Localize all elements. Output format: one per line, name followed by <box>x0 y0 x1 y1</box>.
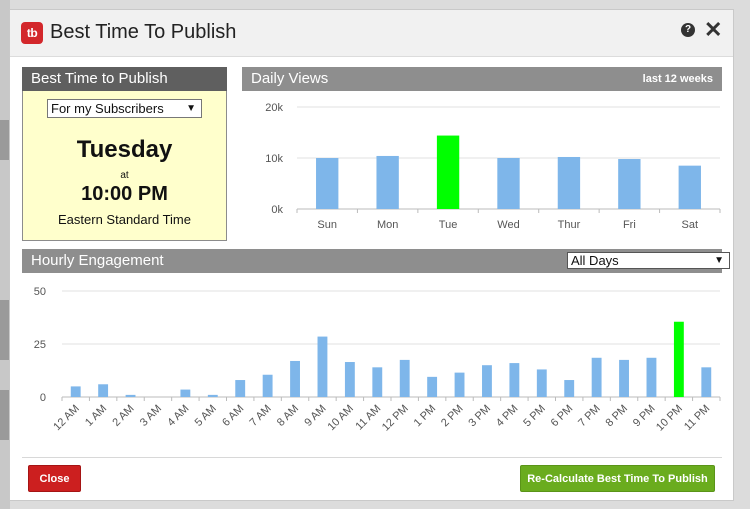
best-time-dialog: tb Best Time To Publish ? ✕ Best Time to… <box>9 9 734 501</box>
y-tick-label: 10k <box>265 153 283 165</box>
dropdown-arrow-icon: ▼ <box>186 103 196 114</box>
x-tick-label: Sun <box>317 219 337 231</box>
bar-4-am <box>180 389 191 397</box>
day-filter-value: All Days <box>571 253 619 268</box>
x-tick-label: 5 AM <box>193 403 219 429</box>
x-tick-label: 12 PM <box>380 403 411 434</box>
bar-fri <box>618 159 641 209</box>
best-day: Tuesday <box>76 136 173 163</box>
x-tick-label: 8 AM <box>275 403 301 429</box>
bar-9-pm <box>646 357 657 397</box>
bar-sun <box>316 158 339 209</box>
x-tick-label: 6 PM <box>549 403 576 430</box>
y-tick-label: 20k <box>265 102 283 114</box>
daily-views-header: Daily Views last 12 weeks <box>242 67 722 91</box>
bar-11-pm <box>701 367 712 397</box>
x-tick-label: 6 AM <box>220 403 246 429</box>
x-tick-label: 1 AM <box>83 403 109 429</box>
bar-2-am <box>125 394 136 397</box>
close-icon[interactable]: ✕ <box>704 17 722 43</box>
bar-mon <box>376 155 399 209</box>
bar-6-am <box>235 380 246 397</box>
x-tick-label: 3 AM <box>138 403 164 429</box>
y-tick-label: 0k <box>271 204 283 216</box>
bar-tue <box>436 135 460 209</box>
best-time-header: Best Time to Publish <box>22 67 227 91</box>
x-tick-label: Sat <box>682 219 699 231</box>
footer-divider <box>22 457 722 458</box>
x-tick-label: Thur <box>558 219 581 231</box>
x-tick-label: 8 PM <box>604 403 631 430</box>
hourly-engagement-header: Hourly Engagement All Days ▼ <box>22 249 730 273</box>
audience-select[interactable]: For my Subscribers ▼ <box>47 99 202 118</box>
x-tick-label: Fri <box>623 219 636 231</box>
x-tick-label: 11 PM <box>682 403 712 433</box>
x-tick-label: 7 AM <box>248 403 274 429</box>
hourly-engagement-title: Hourly Engagement <box>31 252 164 269</box>
tubebuddy-logo-icon: tb <box>21 22 43 44</box>
x-tick-label: 11 AM <box>353 403 383 433</box>
x-tick-label: Tue <box>439 219 458 231</box>
x-tick-label: Wed <box>497 219 519 231</box>
day-filter-select[interactable]: All Days ▼ <box>567 252 730 269</box>
bar-11-am <box>372 367 383 397</box>
dialog-header: tb Best Time To Publish ? ✕ <box>10 10 733 57</box>
x-tick-label: 2 PM <box>439 403 466 430</box>
at-label: at <box>120 170 129 181</box>
bar-1-am <box>98 384 109 397</box>
y-tick-label: 50 <box>34 286 46 298</box>
best-time: 10:00 PM <box>81 183 168 205</box>
x-tick-label: 2 AM <box>110 403 136 429</box>
x-tick-label: 7 PM <box>576 403 603 430</box>
bar-8-am <box>290 360 300 397</box>
close-button[interactable]: Close <box>28 465 81 492</box>
bar-3-pm <box>482 365 492 397</box>
daily-views-title: Daily Views <box>251 70 329 87</box>
bar-thur <box>557 156 581 209</box>
x-tick-label: 1 PM <box>412 403 439 430</box>
bar-7-pm <box>591 357 602 397</box>
bar-8-pm <box>619 359 629 397</box>
y-tick-label: 0 <box>40 392 46 404</box>
timezone-label: Eastern Standard Time <box>58 212 191 227</box>
x-tick-label: 12 AM <box>51 403 82 434</box>
x-tick-label: 3 PM <box>466 403 493 430</box>
bar-6-pm <box>564 380 575 397</box>
bar-12-pm <box>399 359 410 397</box>
recalculate-button[interactable]: Re-Calculate Best Time To Publish <box>520 465 715 492</box>
bar-10-am <box>344 362 355 397</box>
bar-sat <box>678 165 701 209</box>
x-tick-label: Mon <box>377 219 398 231</box>
x-tick-label: 4 PM <box>494 403 521 430</box>
help-icon[interactable]: ? <box>681 23 695 37</box>
bar-4-pm <box>509 363 520 397</box>
y-tick-label: 25 <box>34 339 46 351</box>
bar-7-am <box>262 374 273 397</box>
audience-select-value: For my Subscribers <box>51 101 164 116</box>
daily-views-period: last 12 weeks <box>642 73 713 85</box>
x-tick-label: 10 AM <box>325 403 356 434</box>
bar-1-pm <box>427 376 438 397</box>
bar-5-pm <box>536 369 547 397</box>
bar-5-am <box>207 394 218 397</box>
bar-12-am <box>70 386 81 397</box>
daily-views-chart: 0k 10k 20k Sun Mon Tue Wed Thur Fri Sat <box>265 102 721 231</box>
x-tick-label: 4 AM <box>165 403 191 429</box>
best-time-panel: For my Subscribers ▼ Tuesday at 10:00 PM… <box>22 91 227 241</box>
dialog-title: Best Time To Publish <box>50 21 237 43</box>
bar-10-pm <box>673 321 684 397</box>
bar-2-pm <box>454 372 465 397</box>
dropdown-arrow-icon: ▼ <box>714 255 724 266</box>
bar-wed <box>497 158 520 209</box>
bar-9-am <box>317 336 328 397</box>
hourly-engagement-chart: 0255012 AM 1 AM 2 AM 3 AM 4 AM 5 AM 6 AM 7 AM 8 … <box>34 286 721 434</box>
x-tick-label: 5 PM <box>521 403 548 430</box>
x-tick-label: 10 PM <box>654 403 685 434</box>
